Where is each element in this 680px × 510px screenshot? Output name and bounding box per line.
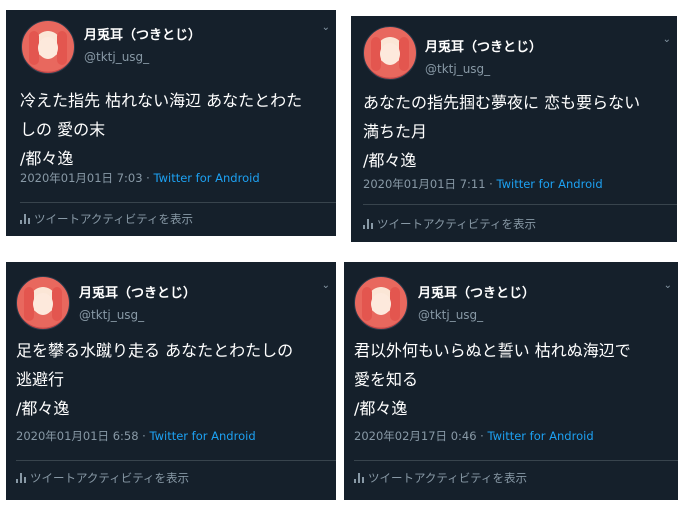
tweet-meta: 2020年01月01日 6:58 · Twitter for Android — [16, 428, 256, 444]
source-link[interactable]: Twitter for Android — [496, 177, 602, 191]
timestamp[interactable]: 2020年01月01日 7:03 — [20, 171, 143, 185]
display-name[interactable]: 月兎耳（つきとじ） — [418, 282, 535, 301]
tweet-line: 君以外何もいらぬと誓い 枯れぬ海辺で — [354, 341, 631, 360]
bar-chart-icon — [20, 214, 30, 224]
meta-separator: · — [142, 429, 146, 443]
tweet-activity-link[interactable]: ツイートアクティビティを表示 — [20, 211, 193, 227]
tweet-line: /都々逸 — [354, 399, 408, 418]
timestamp[interactable]: 2020年02月17日 0:46 — [354, 429, 477, 443]
divider — [20, 202, 336, 203]
tweet-activity-link[interactable]: ツイートアクティビティを表示 — [16, 470, 189, 486]
tweet-text: 足を攀る水蹴り走る あなたとわたしの 逃避行 /都々逸 — [16, 336, 334, 423]
tweet-card: 月兎耳（つきとじ） @tktj_usg_ ⌄ あなたの指先掴む夢夜に 恋も要らな… — [351, 16, 677, 242]
chevron-down-icon[interactable]: ⌄ — [664, 280, 672, 291]
display-name[interactable]: 月兎耳（つきとじ） — [79, 282, 196, 301]
display-name[interactable]: 月兎耳（つきとじ） — [425, 36, 542, 55]
chevron-down-icon[interactable]: ⌄ — [322, 280, 330, 291]
timestamp[interactable]: 2020年01月01日 6:58 — [16, 429, 139, 443]
activity-label: ツイートアクティビティを表示 — [34, 212, 194, 226]
tweet-meta: 2020年01月01日 7:11 · Twitter for Android — [363, 176, 603, 192]
avatar[interactable] — [354, 276, 408, 330]
tweet-line: あなたの指先掴む夢夜に 恋も要らない — [363, 93, 641, 112]
bar-chart-icon — [363, 219, 373, 229]
bar-chart-icon — [16, 473, 26, 483]
timestamp[interactable]: 2020年01月01日 7:11 — [363, 177, 486, 191]
activity-label: ツイートアクティビティを表示 — [30, 471, 190, 485]
chevron-down-icon[interactable]: ⌄ — [322, 22, 330, 33]
display-name[interactable]: 月兎耳（つきとじ） — [84, 24, 201, 43]
tweet-line: /都々逸 — [16, 399, 70, 418]
tweet-line: 愛を知る — [354, 370, 419, 389]
tweet-line: 足を攀る水蹴り走る あなたとわたしの — [16, 341, 294, 360]
activity-label: ツイートアクティビティを表示 — [377, 217, 537, 231]
source-link[interactable]: Twitter for Android — [149, 429, 255, 443]
bar-chart-icon — [354, 473, 364, 483]
tweet-text: あなたの指先掴む夢夜に 恋も要らない 満ちた月 /都々逸 — [363, 88, 673, 175]
user-handle[interactable]: @tktj_usg_ — [418, 308, 483, 322]
tweet-meta: 2020年01月01日 7:03 · Twitter for Android — [20, 170, 260, 186]
tweet-activity-link[interactable]: ツイートアクティビティを表示 — [363, 216, 536, 232]
divider — [354, 460, 678, 461]
tweet-activity-link[interactable]: ツイートアクティビティを表示 — [354, 470, 527, 486]
user-handle[interactable]: @tktj_usg_ — [79, 308, 144, 322]
tweet-card: 月兎耳（つきとじ） @tktj_usg_ ⌄ 君以外何もいらぬと誓い 枯れぬ海辺… — [344, 262, 678, 500]
chevron-down-icon[interactable]: ⌄ — [663, 34, 671, 45]
tweet-line: /都々逸 — [363, 151, 417, 170]
user-handle[interactable]: @tktj_usg_ — [84, 50, 149, 64]
tweet-line: 冷えた指先 枯れない海辺 あなたとわた — [20, 91, 303, 110]
avatar[interactable] — [16, 276, 70, 330]
source-link[interactable]: Twitter for Android — [153, 171, 259, 185]
tweet-meta: 2020年02月17日 0:46 · Twitter for Android — [354, 428, 594, 444]
source-link[interactable]: Twitter for Android — [487, 429, 593, 443]
divider — [363, 204, 677, 205]
tweet-card: 月兎耳（つきとじ） @tktj_usg_ ⌄ 足を攀る水蹴り走る あなたとわたし… — [6, 262, 336, 500]
meta-separator: · — [489, 177, 493, 191]
user-handle[interactable]: @tktj_usg_ — [425, 62, 490, 76]
tweet-line: /都々逸 — [20, 149, 74, 168]
activity-label: ツイートアクティビティを表示 — [368, 471, 528, 485]
tweet-line: 逃避行 — [16, 370, 65, 389]
tweet-text: 君以外何もいらぬと誓い 枯れぬ海辺で 愛を知る /都々逸 — [354, 336, 678, 423]
meta-separator: · — [480, 429, 484, 443]
tweet-text: 冷えた指先 枯れない海辺 あなたとわた しの 愛の末 /都々逸 — [20, 86, 336, 173]
avatar[interactable] — [363, 26, 417, 80]
tweet-line: しの 愛の末 — [20, 120, 106, 139]
tweet-card: 月兎耳（つきとじ） @tktj_usg_ ⌄ 冷えた指先 枯れない海辺 あなたと… — [6, 10, 336, 236]
meta-separator: · — [146, 171, 150, 185]
divider — [16, 460, 336, 461]
tweet-line: 満ちた月 — [363, 122, 428, 141]
avatar[interactable] — [21, 20, 75, 74]
